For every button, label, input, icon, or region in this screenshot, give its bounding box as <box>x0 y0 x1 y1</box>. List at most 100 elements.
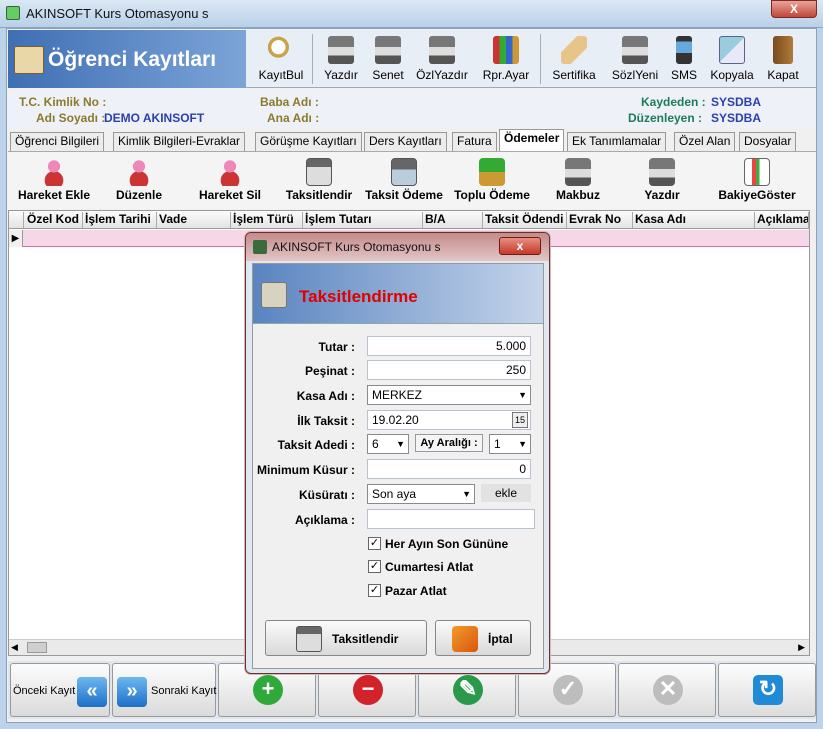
tab-kimlik-bilgileri[interactable]: Kimlik Bilgileri-Evraklar <box>113 132 246 151</box>
pencil-icon: ✎ <box>453 675 483 705</box>
taksitlendir-button[interactable]: Taksitlendir <box>284 158 354 202</box>
tab-ozel-alan[interactable]: Özel Alan <box>674 132 736 151</box>
calendar-icon[interactable]: 15 <box>512 412 528 428</box>
column-header[interactable]: Vade <box>157 212 231 228</box>
calculator-icon <box>306 158 332 186</box>
ay-araligi-select[interactable]: 1 ▼ <box>489 434 531 454</box>
kusurati-value: Son aya <box>372 487 417 501</box>
refresh-button[interactable]: ↻ <box>718 663 816 717</box>
taksit-odeme-button[interactable]: Taksit Ödeme <box>364 158 444 202</box>
column-header[interactable]: Taksit Ödendi <box>483 212 567 228</box>
cancel-button[interactable]: ✕ <box>618 663 716 717</box>
column-header[interactable]: Evrak No <box>567 212 633 228</box>
mother-label: Ana Adı : <box>267 111 320 125</box>
taksit-adedi-select[interactable]: 6 ▼ <box>367 434 409 454</box>
check-icon: ✓ <box>553 675 583 705</box>
toolbar-divider <box>312 34 313 84</box>
column-header[interactable]: İşlem Türü <box>231 212 303 228</box>
tab-fatura[interactable]: Fatura <box>452 132 497 151</box>
hareket-sil-button[interactable]: Hareket Sil <box>188 158 272 202</box>
page-title: Öğrenci Kayıtları <box>48 48 217 71</box>
pazar-atlat-checkbox[interactable]: ✓ <box>368 584 381 597</box>
toolbar-label: BakiyeGöster <box>718 188 796 202</box>
father-label: Baba Adı : <box>260 95 319 109</box>
taksitlendir-confirm-button[interactable]: Taksitlendir <box>265 620 427 656</box>
toolbar-ozlyazdir-button[interactable]: ÖzlYazdır <box>413 34 471 86</box>
duzenle-button[interactable]: Düzenle <box>108 158 170 202</box>
toolbar-label: Taksit Ödeme <box>365 188 443 202</box>
tutar-field[interactable]: 5.000 <box>367 336 531 356</box>
her-ayin-son-gunune-label: Her Ayın Son Gününe <box>385 537 509 551</box>
cumartesi-atlat-checkbox[interactable]: ✓ <box>368 560 381 573</box>
previous-record-button[interactable]: Önceki Kayıt « <box>10 663 110 717</box>
toolbar-sms-button[interactable]: SMS <box>666 34 702 86</box>
tab-strip: Öğrenci Bilgileri Kimlik Bilgileri-Evrak… <box>8 129 816 151</box>
edited-by-label: Düzenleyen : <box>628 111 703 125</box>
report-icon <box>744 158 770 186</box>
kusurati-label: Küsüratı : <box>298 488 355 502</box>
grid-indicator-header <box>9 212 24 228</box>
window-close-button[interactable]: X <box>771 0 817 18</box>
person-edit-icon <box>126 158 152 186</box>
toolbar-label: Taksitlendir <box>285 188 353 202</box>
column-header[interactable]: İşlem Tarihi <box>83 212 157 228</box>
window-titlebar: AKINSOFT Kurs Otomasyonu s X <box>0 0 823 28</box>
created-by-value: SYSDBA <box>711 95 762 109</box>
tab-ogrenci-bilgileri[interactable]: Öğrenci Bilgileri <box>10 132 105 151</box>
pesinat-label: Peşinat : <box>304 364 355 378</box>
toolbar-kapat-button[interactable]: Kapat <box>762 34 804 86</box>
dialog-body: Taksitlendirme Tutar : 5.000 Peşinat : 2… <box>252 263 544 669</box>
column-header[interactable]: İşlem Tutarı <box>303 212 423 228</box>
ilk-taksit-value: 19.02.20 <box>372 413 419 427</box>
toolbar-sozlyeni-button[interactable]: SözlYeni <box>606 34 664 86</box>
ilk-taksit-date-field[interactable]: 19.02.20 15 <box>367 410 531 430</box>
calculator-icon <box>296 626 322 652</box>
yazdir-button[interactable]: Yazdır <box>638 158 686 202</box>
scroll-right-icon[interactable]: ▶ <box>798 642 805 653</box>
kusurati-select[interactable]: Son aya ▼ <box>367 484 475 504</box>
toolbar-label: Makbuz <box>555 188 600 202</box>
toolbar-senet-button[interactable]: Senet <box>366 34 410 86</box>
money-stack-icon <box>479 158 505 186</box>
bakiye-goster-button[interactable]: BakiyeGöster <box>716 158 798 202</box>
pesinat-field[interactable]: 250 <box>367 360 531 380</box>
column-header[interactable]: Özel Kod <box>25 212 83 228</box>
scroll-left-icon[interactable]: ◀ <box>11 642 18 653</box>
column-header[interactable]: B/A <box>423 212 483 228</box>
toolbar-label: ÖzlYazdır <box>416 68 468 82</box>
toolbar-rprayar-button[interactable]: Rpr.Ayar <box>476 34 536 86</box>
window-title: AKINSOFT Kurs Otomasyonu s <box>26 6 209 21</box>
makbuz-button[interactable]: Makbuz <box>552 158 604 202</box>
her-ayin-son-gunune-checkbox[interactable]: ✓ <box>368 537 381 550</box>
minimum-kusur-field[interactable]: 0 <box>367 459 531 479</box>
tab-ders-kayitlari[interactable]: Ders Kayıtları <box>364 132 447 151</box>
tab-odemeler[interactable]: Ödemeler <box>499 129 565 151</box>
minus-icon: − <box>353 675 383 705</box>
kasa-select[interactable]: MERKEZ ▼ <box>367 385 531 405</box>
toolbar-sertifika-button[interactable]: Sertifika <box>546 34 602 86</box>
certificate-icon <box>561 36 587 64</box>
toolbar-label: Toplu Ödeme <box>454 188 530 202</box>
toolbar-divider <box>540 34 541 84</box>
scroll-thumb[interactable] <box>27 642 47 653</box>
toolbar-yazdir-button[interactable]: Yazdır <box>318 34 364 86</box>
column-header[interactable]: Açıklama <box>755 212 809 228</box>
toplu-odeme-button[interactable]: Toplu Ödeme <box>452 158 532 202</box>
dialog-close-button[interactable]: x <box>499 237 541 255</box>
cash-register-icon <box>391 158 417 186</box>
double-left-arrow-icon: « <box>77 677 107 707</box>
toolbar-kayitbul-button[interactable]: KayıtBul <box>252 34 310 86</box>
app-icon <box>253 240 267 254</box>
next-record-label: Sonraki Kayıt <box>151 685 217 697</box>
tab-gorusme-kayitlari[interactable]: Görüşme Kayıtları <box>255 132 362 151</box>
iptal-label: İptal <box>488 632 513 646</box>
tab-ek-tanimlamalar[interactable]: Ek Tanımlamalar <box>567 132 667 151</box>
aciklama-field[interactable] <box>367 509 535 529</box>
toolbar-kopyala-button[interactable]: Kopyala <box>706 34 758 86</box>
hareket-ekle-button[interactable]: Hareket Ekle <box>14 158 94 202</box>
iptal-button[interactable]: İptal <box>435 620 531 656</box>
tab-dosyalar[interactable]: Dosyalar <box>739 132 797 151</box>
dialog-heading: Taksitlendirme <box>299 287 418 306</box>
next-record-button[interactable]: » Sonraki Kayıt <box>112 663 216 717</box>
column-header[interactable]: Kasa Adı <box>633 212 755 228</box>
